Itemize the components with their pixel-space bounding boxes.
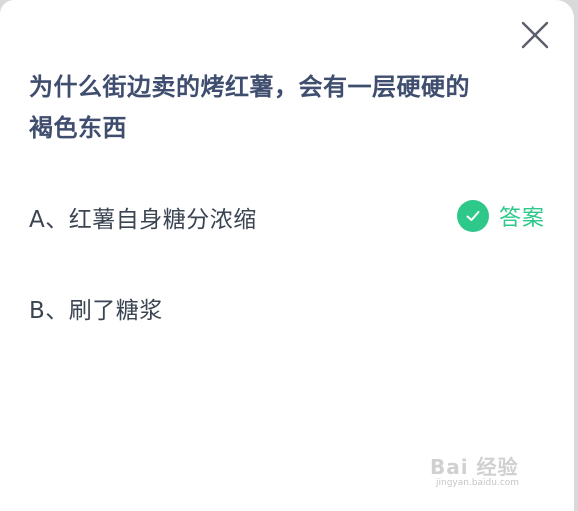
quiz-card: 为什么街边卖的烤红薯，会有一层硬硬的 褐色东西 A、红薯自身糖分浓缩 答案 B、刷…	[0, 0, 574, 511]
check-circle-icon	[456, 200, 489, 232]
close-icon	[521, 21, 549, 49]
question-line-2: 褐色东西	[29, 114, 127, 142]
answer-badge: 答案	[456, 200, 545, 232]
option-a[interactable]: A、红薯自身糖分浓缩 答案	[29, 197, 549, 237]
option-b[interactable]: B、刷了糖浆	[29, 288, 549, 328]
watermark-sub-text: jingyan.baidu.com	[436, 478, 520, 488]
watermark-logo: Bai 经验 jingyan.baidu.com	[430, 451, 540, 495]
option-b-label: B、刷了糖浆	[29, 298, 163, 324]
answer-label: 答案	[498, 206, 545, 231]
question-line-1: 为什么街边卖的烤红薯，会有一层硬硬的	[29, 73, 470, 101]
question-title: 为什么街边卖的烤红薯，会有一层硬硬的 褐色东西	[29, 67, 539, 149]
watermark-main-text: Bai 经验	[430, 455, 519, 479]
option-a-label: A、红薯自身糖分浓缩	[29, 207, 257, 233]
close-button[interactable]	[520, 20, 550, 50]
